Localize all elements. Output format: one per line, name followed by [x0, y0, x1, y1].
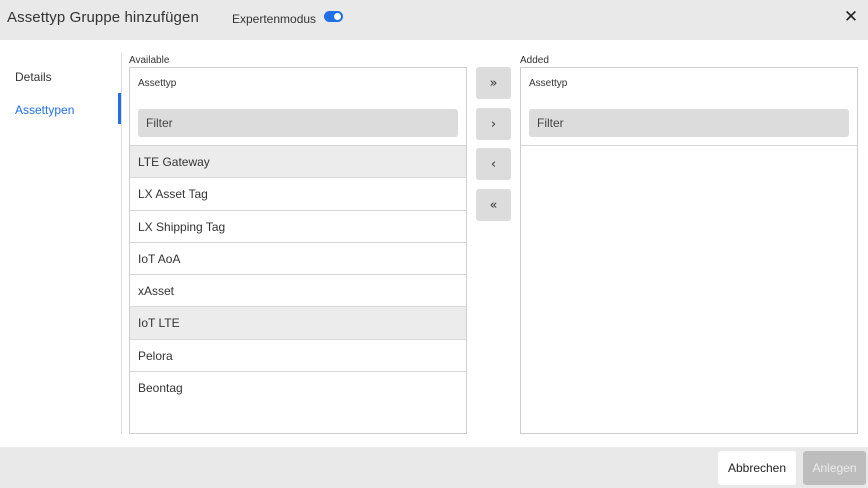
close-icon[interactable]: ✕	[843, 7, 859, 27]
list-item[interactable]: LX Shipping Tag	[130, 211, 466, 243]
list-item[interactable]: IoT AoA	[130, 243, 466, 276]
create-button[interactable]: Anlegen	[803, 451, 866, 485]
added-filter-input[interactable]	[529, 109, 849, 137]
move-all-right-button[interactable]: »	[476, 67, 511, 99]
available-list-panel: Assettyp LTE GatewayLX Asset TagLX Shipp…	[129, 67, 467, 434]
added-panel-head: Assettyp	[521, 68, 857, 146]
list-item[interactable]: Beontag	[130, 372, 466, 404]
expert-mode-toggle[interactable]	[324, 11, 343, 22]
list-item[interactable]: LX Asset Tag	[130, 178, 466, 211]
available-filter-input[interactable]	[138, 109, 458, 137]
dialog-title: Assettyp Gruppe hinzufügen	[7, 9, 199, 26]
toggle-knob	[334, 13, 341, 20]
added-column-header: Assettyp	[529, 78, 568, 89]
list-item[interactable]: IoT LTE	[130, 307, 466, 340]
available-label: Available	[129, 55, 170, 66]
nav-item-assettypen[interactable]: Assettypen	[15, 103, 74, 117]
nav-item-details[interactable]: Details	[15, 70, 52, 84]
list-item[interactable]: xAsset	[130, 275, 466, 308]
nav-divider	[121, 53, 122, 434]
list-item[interactable]: LTE Gateway	[130, 146, 466, 179]
dialog-header: Assettyp Gruppe hinzufügen Expertenmodus…	[0, 0, 868, 40]
move-right-button[interactable]: ›	[476, 108, 511, 140]
available-list: LTE Gateway LX Asset Tag LX Shipping Tag Io…	[130, 146, 466, 404]
available-panel-head: Assettyp	[130, 68, 466, 146]
added-label: Added	[520, 55, 549, 66]
list-item[interactable]: Pelora	[130, 340, 466, 373]
move-left-button[interactable]: ‹	[476, 148, 511, 180]
expert-mode-label: Expertenmodus	[232, 12, 317, 26]
added-list-panel: Assettyp	[520, 67, 858, 434]
move-all-left-button[interactable]: «	[476, 189, 511, 221]
available-column-header: Assettyp	[138, 78, 177, 89]
cancel-button[interactable]: Abbrechen	[718, 451, 796, 485]
